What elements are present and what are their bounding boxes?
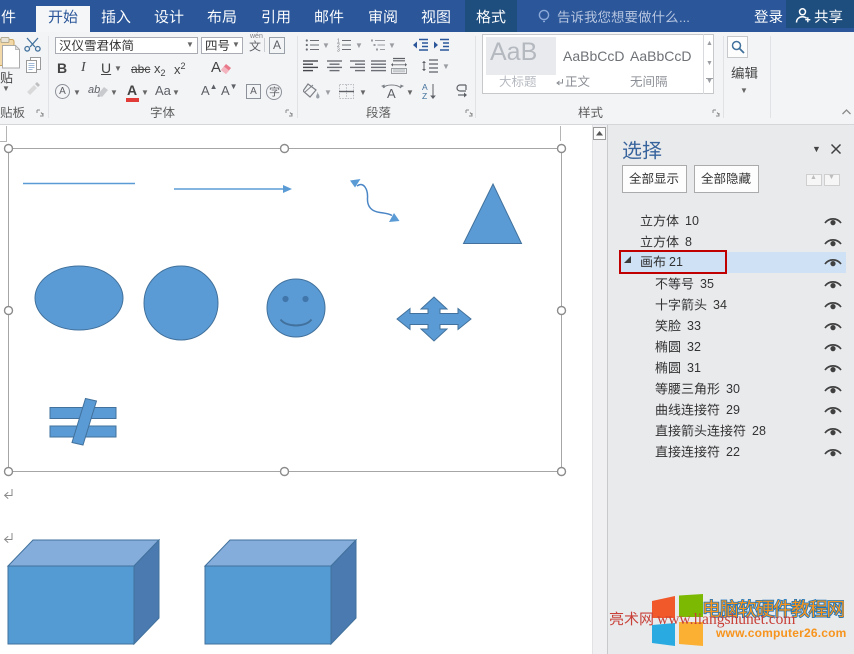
svg-text:Z: Z <box>422 91 427 100</box>
svg-text:A: A <box>387 86 396 100</box>
svg-text:3: 3 <box>337 48 340 53</box>
